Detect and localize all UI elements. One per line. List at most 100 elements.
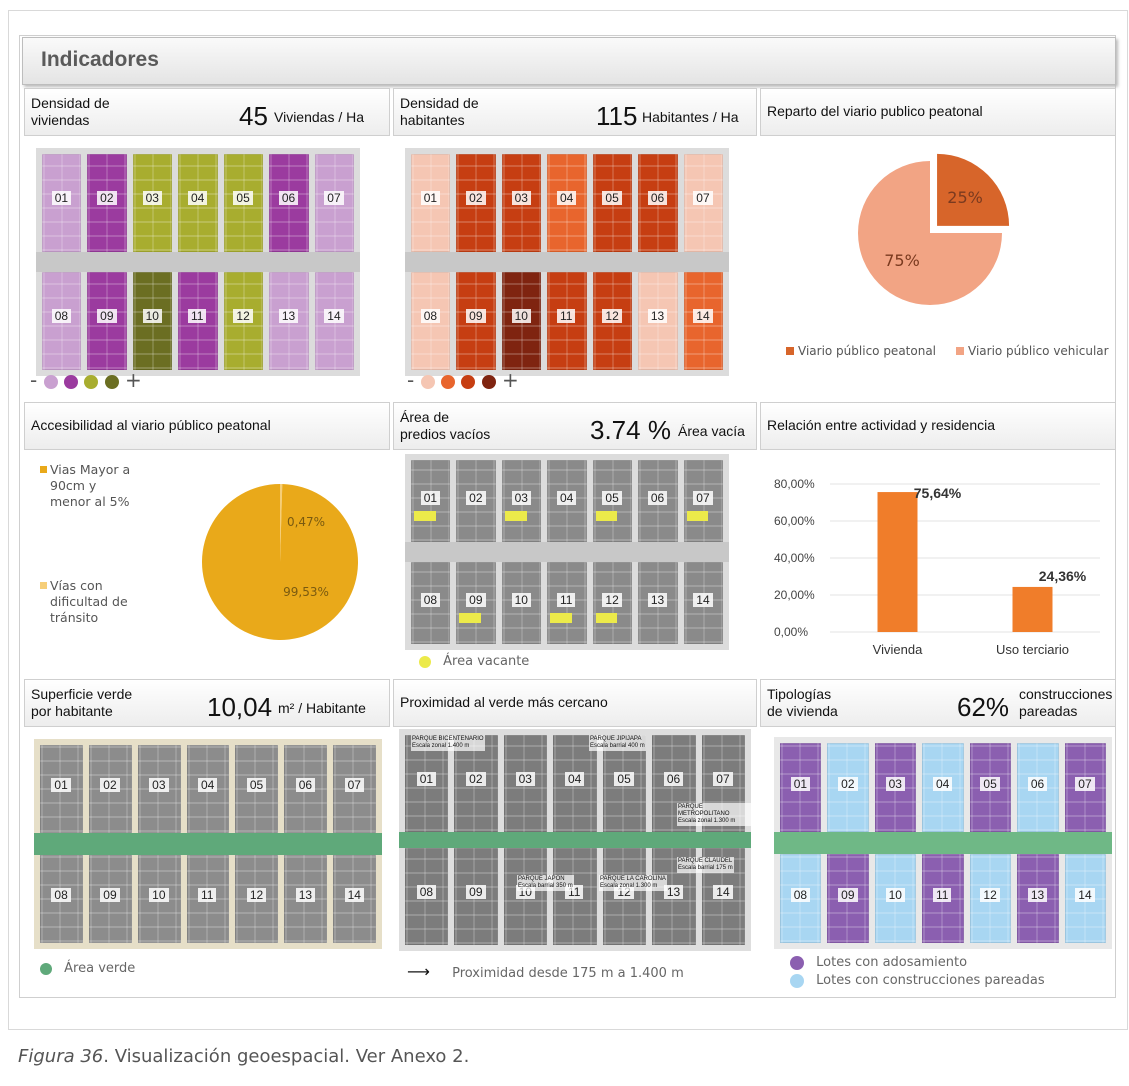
block-number: 14	[344, 888, 364, 903]
block-number: 12	[602, 309, 622, 324]
block-number: 13	[295, 888, 316, 903]
panel-header: Proximidad al verde más cercano	[393, 679, 757, 727]
scale-dot	[440, 374, 455, 389]
vacant-area-legend: Área vacante	[419, 654, 529, 669]
block-number: 06	[295, 778, 316, 793]
panel-title: Relación entre actividad y residencia	[767, 417, 996, 433]
block-number: 14	[324, 309, 344, 324]
pie-slice	[201, 484, 358, 640]
density-inhabitants-map: 01 02 03 04 05 06 07 08 09 10 11 12 13 14	[405, 148, 729, 376]
block-number: 09	[466, 593, 486, 608]
block-number: 03	[149, 778, 169, 793]
panel-pedestrian-share: Reparto del viario publico peatonal 25% 7…	[760, 88, 1116, 400]
road	[405, 252, 729, 272]
block-number: 13	[278, 309, 299, 324]
park-scale: Escala barrial 175 m	[678, 865, 733, 871]
park-scale: Escala barrial 400 m	[590, 743, 645, 749]
block-number: 11	[933, 887, 952, 902]
block-number: 11	[557, 593, 576, 608]
scale-dot	[104, 374, 119, 389]
block-number: 01	[420, 191, 441, 206]
housing-types-map: 01 02 03 04 05 06 07 08 09 10 11 12 13 14	[774, 737, 1112, 949]
indicator-label: por habitante	[31, 703, 113, 719]
y-tick-label: 80,00%	[774, 477, 815, 491]
legend-swatch	[790, 973, 804, 988]
legend-label: Proximidad desde 175 m a 1.400 m	[452, 966, 684, 981]
block-number: 08	[420, 309, 441, 324]
density-housing-scale: - +	[30, 368, 142, 392]
block-number: 07	[324, 191, 344, 206]
road	[36, 252, 360, 272]
block-number: 02	[466, 191, 486, 206]
indicator-unit: Área vacía	[678, 423, 745, 439]
panel-header: Tipologías de vivienda 62% construccione…	[760, 679, 1116, 727]
park-name: PARQUE METROPOLITANO	[678, 804, 730, 817]
indicator-label: Densidad de	[31, 95, 110, 111]
indicator-label: predios vacíos	[400, 426, 491, 442]
block-number: 03	[142, 191, 162, 206]
scale-minus: -	[30, 368, 38, 392]
pie-data-label: 0,47%	[287, 515, 325, 529]
y-tick-label: 40,00%	[774, 551, 815, 565]
panel-header: Superficie verde por habitante 10,04 m² …	[24, 679, 390, 727]
block-number: 01	[51, 778, 71, 793]
block-number: 07	[344, 778, 364, 793]
scale-dot	[481, 374, 496, 389]
block-number: 05	[614, 771, 634, 786]
block-number: 08	[420, 593, 441, 608]
block-number: 04	[933, 776, 953, 791]
indicator-label: Área de	[400, 409, 450, 425]
park-scale: Escala zonal 1.400 m	[412, 743, 470, 749]
block-number: 11	[557, 309, 576, 324]
vacant-area-map: 01 02 03 04 05 06 07 08 09 10 11 12 13 14	[405, 454, 729, 650]
indicator-unit: Viviendas / Ha	[274, 109, 365, 125]
block-number: 08	[51, 309, 72, 324]
scale-plus: +	[125, 368, 142, 392]
park-scale: Escala zonal 1.300 m	[600, 883, 658, 889]
park-name: PARQUE JAPON	[518, 876, 565, 882]
block-number: 06	[647, 491, 668, 506]
indicator-unit: construcciones	[1019, 686, 1113, 702]
road	[774, 832, 1112, 854]
vacant-lot	[595, 612, 618, 623]
panel-vacant-area: Área de predios vacíos 3.74 % Área vacía…	[393, 402, 759, 678]
block-number: 03	[885, 776, 905, 791]
indicator-unit: m² / Habitante	[278, 700, 366, 716]
scale-dot	[84, 374, 99, 389]
park-label: PARQUE METROPOLITANO Escala zonal 1.300 m	[677, 803, 751, 826]
park-label: PARQUE JAPON Escala barrial 350 m	[517, 875, 574, 891]
block-number: 12	[602, 593, 622, 608]
park-label: PARQUE BICENTENARIO Escala zonal 1.400 m	[411, 735, 485, 751]
panel-title: Proximidad al verde más cercano	[400, 694, 608, 710]
dashboard-header: Indicadores	[22, 37, 1116, 85]
legend-label: Viario público vehicular	[968, 344, 1109, 358]
legend-swatch	[40, 962, 52, 975]
block-number: 14	[693, 309, 713, 324]
legend-label: 90cm y	[50, 478, 97, 493]
indicator-value: 115	[596, 101, 638, 131]
vacant-lot	[686, 510, 709, 521]
park-name: PARQUE JIPIJAPA	[590, 736, 642, 742]
block-number: 02	[100, 778, 120, 793]
road	[405, 542, 729, 562]
green-proximity-map: 01 02 03 04 05 06 07 08 09 10 11 12 13 14 PARQUE BICEN…	[399, 729, 751, 951]
block-number: 05	[233, 191, 253, 206]
caption-text: . Visualización geoespacial. Ver Anexo 2…	[103, 1046, 470, 1067]
arrow-icon: ⟶	[407, 962, 430, 981]
block-number: 02	[466, 771, 486, 786]
density-housing-map: 01 02 03 04 05 06 07 08 09 10 11 12 13 14	[36, 148, 360, 376]
indicator-value: 62%	[957, 692, 1010, 722]
vacant-lot	[414, 510, 436, 521]
block-number: 13	[647, 593, 668, 608]
park-label: PARQUE LA CAROLINA Escala zonal 1.300 m	[599, 875, 667, 891]
block-number: 03	[511, 491, 531, 506]
block-number: 04	[188, 191, 208, 206]
legend-label: tránsito	[50, 610, 98, 625]
panel-header: Área de predios vacíos 3.74 % Área vacía	[393, 402, 757, 450]
bar	[877, 492, 918, 632]
panel-density-inhabitants: Densidad de habitantes 115 Habitantes / …	[393, 88, 759, 400]
indicator-label: Superficie verde	[31, 686, 133, 702]
block-number: 14	[713, 884, 733, 899]
indicator-label: viviendas	[31, 112, 90, 128]
bar	[1012, 586, 1053, 632]
